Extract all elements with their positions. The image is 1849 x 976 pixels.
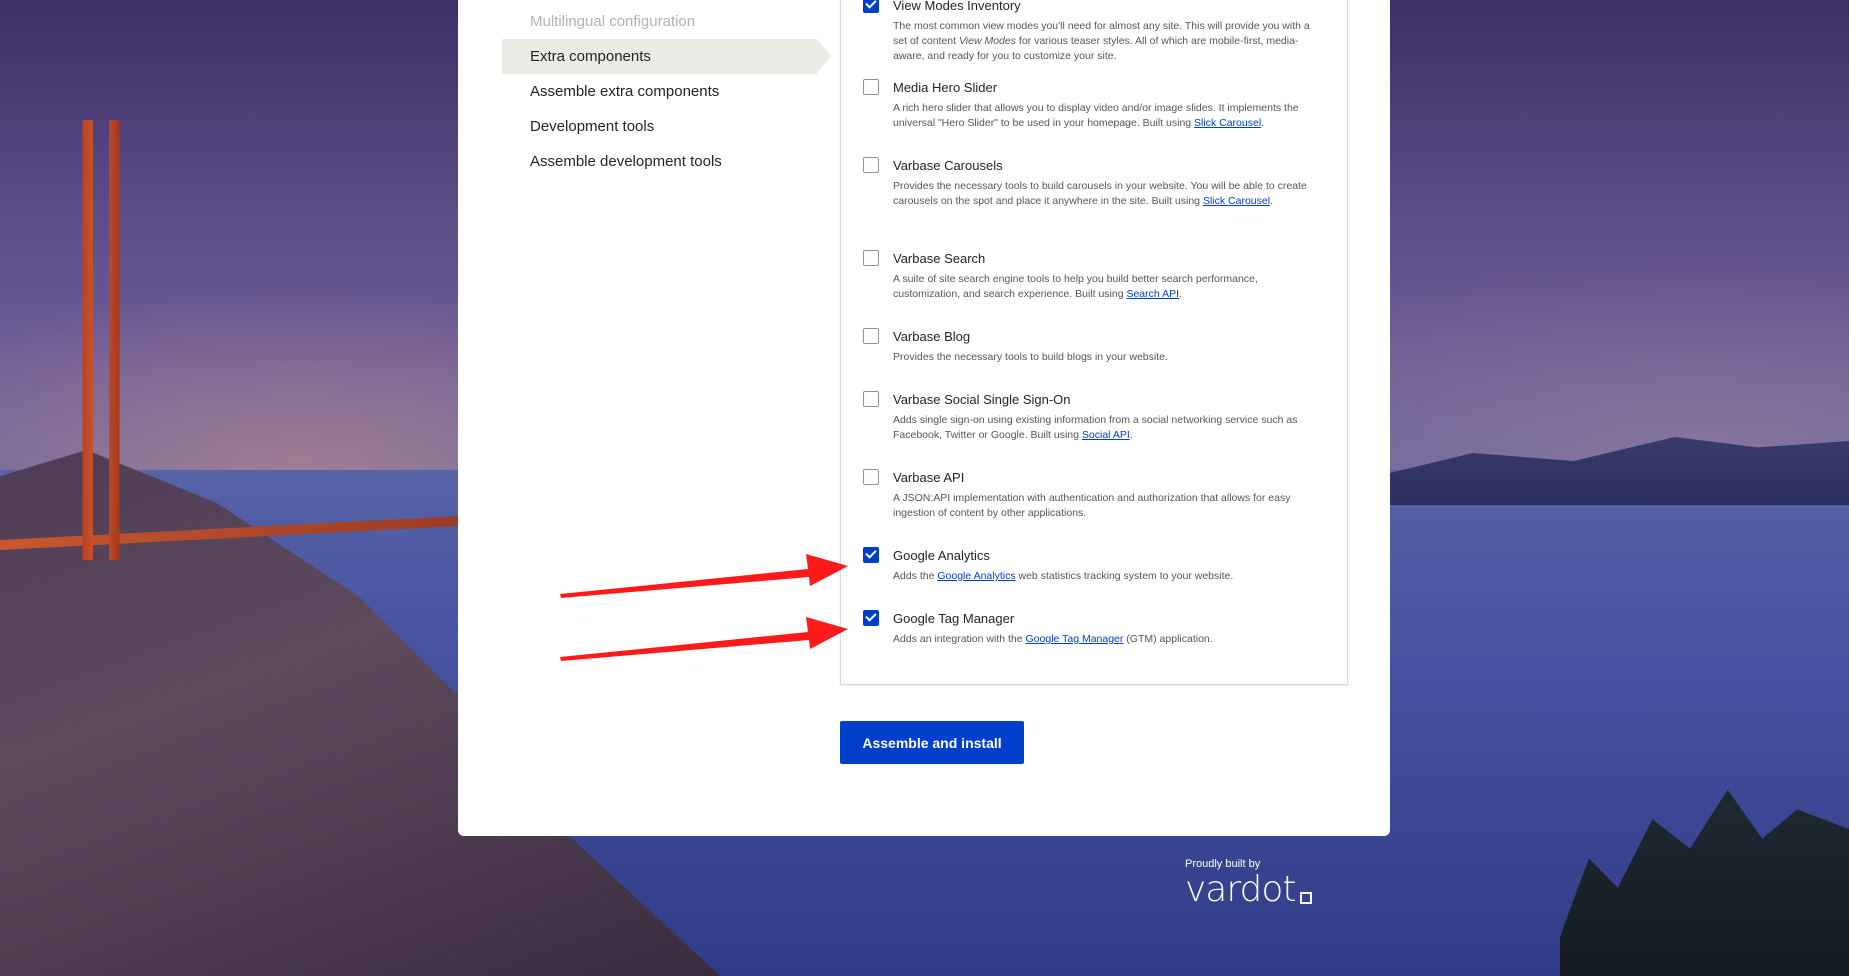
- step-development-tools: Development tools: [530, 118, 655, 135]
- component-label: Google Analytics: [893, 547, 990, 563]
- component-description-link[interactable]: Google Analytics: [937, 570, 1015, 582]
- component-description: Provides the necessary tools to build bl…: [893, 351, 1168, 363]
- component-description: Provides the necessary tools to build ca…: [893, 180, 1307, 207]
- component-description: A JSON:API implementation with authentic…: [893, 492, 1291, 519]
- component-description-emphasis: View Modes: [958, 35, 1016, 47]
- vardot-logo[interactable]: vardot: [1185, 872, 1312, 908]
- annotation-arrow-google-tag-manager: [560, 617, 848, 661]
- component-description-link[interactable]: Google Tag Manager: [1026, 633, 1124, 645]
- component-row[interactable]: Varbase Blog: [863, 326, 1323, 346]
- component-item: Varbase Social Single Sign-On Adds singl…: [863, 389, 1323, 443]
- component-row[interactable]: Google Tag Manager: [863, 608, 1323, 628]
- component-row[interactable]: Varbase Carousels: [863, 155, 1323, 175]
- component-description: A suite of site search engine tools to h…: [893, 273, 1258, 300]
- component-checkbox[interactable]: [863, 469, 879, 485]
- component-item: Google Tag Manager Adds an integration w…: [863, 608, 1323, 647]
- component-checkbox[interactable]: [863, 547, 879, 563]
- component-checkbox[interactable]: [863, 610, 879, 626]
- component-checkbox[interactable]: [863, 391, 879, 407]
- component-label: Varbase API: [893, 469, 965, 485]
- component-description-link[interactable]: Slick Carousel: [1203, 195, 1270, 207]
- component-row[interactable]: Varbase Search: [863, 248, 1323, 268]
- assemble-and-install-button[interactable]: Assemble and install: [840, 721, 1024, 764]
- component-item: Varbase Carousels Provides the necessary…: [863, 155, 1323, 209]
- component-checkbox[interactable]: [863, 328, 879, 344]
- component-description-link[interactable]: Slick Carousel: [1194, 117, 1261, 129]
- component-item: Varbase Blog Provides the necessary tool…: [863, 326, 1323, 365]
- component-description: Adds single sign-on using existing infor…: [893, 414, 1298, 441]
- component-description-link[interactable]: Search API: [1126, 288, 1179, 300]
- component-checkbox[interactable]: [863, 157, 879, 173]
- component-item: View Modes Inventory The most common vie…: [863, 0, 1323, 64]
- annotation-arrows: [560, 554, 848, 661]
- component-label: Varbase Carousels: [893, 157, 1003, 173]
- annotation-arrow-google-analytics: [560, 554, 848, 598]
- component-description: Adds the Google Analytics web statistics…: [893, 570, 1234, 582]
- step-assemble-development-tools: Assemble development tools: [530, 153, 722, 170]
- component-item: Varbase Search A suite of site search en…: [863, 248, 1323, 302]
- vardot-logo-text: vardot: [1185, 869, 1297, 910]
- component-label: Media Hero Slider: [893, 79, 998, 95]
- component-row[interactable]: View Modes Inventory: [863, 0, 1323, 15]
- component-row[interactable]: Varbase Social Single Sign-On: [863, 389, 1323, 409]
- component-label: View Modes Inventory: [893, 0, 1021, 13]
- install-steps-sidebar: Multilingual configuration Extra compone…: [502, 0, 831, 179]
- step-multilingual-configuration: Multilingual configuration: [530, 13, 696, 30]
- component-item: Varbase API A JSON:API implementation wi…: [863, 467, 1323, 521]
- component-item: Media Hero Slider A rich hero slider tha…: [863, 77, 1323, 131]
- component-label: Varbase Search: [893, 250, 986, 266]
- component-row[interactable]: Google Analytics: [863, 545, 1323, 565]
- component-label: Varbase Social Single Sign-On: [893, 391, 1071, 407]
- vardot-square-icon: [1299, 892, 1312, 904]
- step-extra-components: Extra components: [502, 39, 831, 74]
- background-far-hills: [1390, 437, 1849, 505]
- component-item: Google Analytics Adds the Google Analyti…: [863, 545, 1323, 584]
- component-description: The most common view modes you'll need f…: [893, 20, 1310, 62]
- component-checkbox[interactable]: [863, 250, 879, 266]
- component-description-link[interactable]: Social API: [1082, 429, 1130, 441]
- component-checkbox[interactable]: [863, 0, 879, 13]
- component-label: Google Tag Manager: [893, 610, 1015, 626]
- component-label: Varbase Blog: [893, 328, 971, 344]
- components-panel: View Modes Inventory The most common vie…: [840, 0, 1348, 685]
- component-row[interactable]: Varbase API: [863, 467, 1323, 487]
- component-description: A rich hero slider that allows you to di…: [893, 102, 1299, 129]
- component-description: Adds an integration with the Google Tag …: [893, 633, 1213, 645]
- footer-brand: Proudly built by vardot: [1185, 858, 1312, 908]
- step-assemble-extra-components: Assemble extra components: [530, 83, 720, 100]
- component-row[interactable]: Media Hero Slider: [863, 77, 1323, 97]
- component-checkbox[interactable]: [863, 79, 879, 95]
